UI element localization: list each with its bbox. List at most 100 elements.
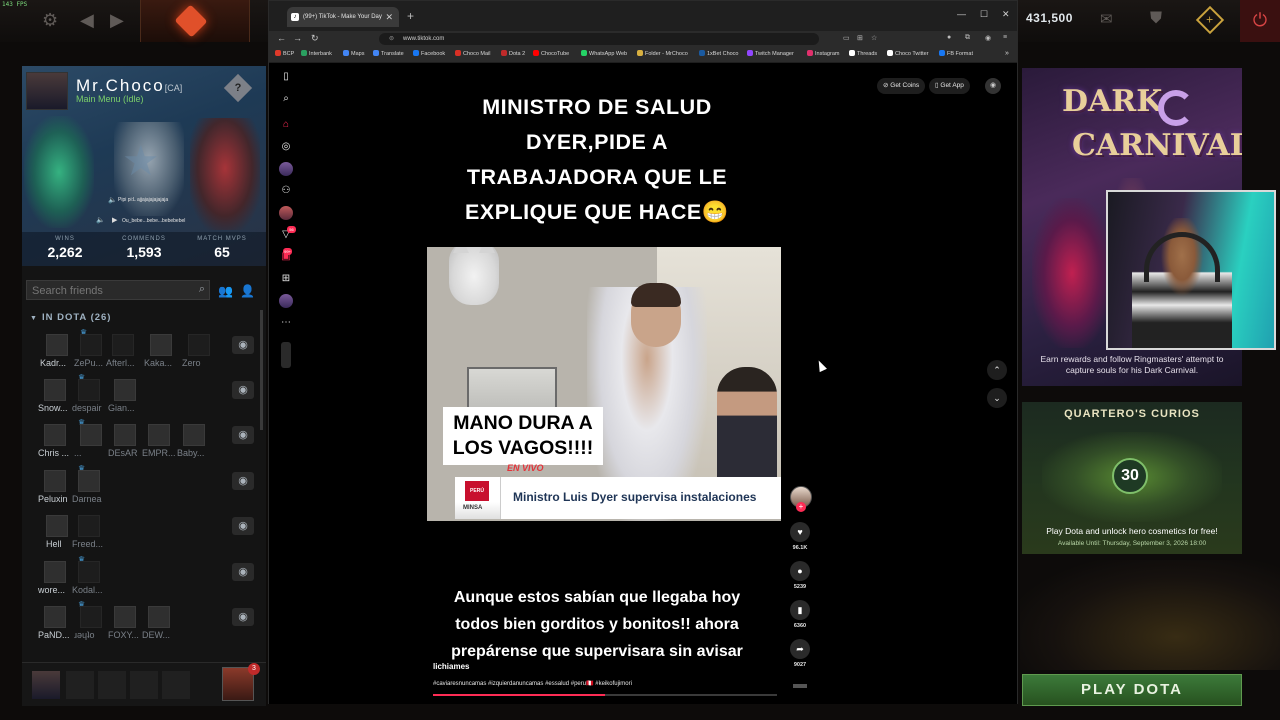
translate-icon[interactable]: ⊞ — [857, 34, 863, 42]
friend-name[interactable]: Freed... — [72, 539, 112, 549]
friend-name[interactable]: DEW... — [142, 630, 182, 640]
friend-name[interactable]: Zero — [182, 358, 222, 368]
watch-eye-icon[interactable]: ◉ — [232, 517, 254, 535]
friend-name[interactable]: Kaka... — [144, 358, 184, 368]
friend-avatar[interactable] — [44, 424, 66, 446]
maximize-icon[interactable]: ☐ — [980, 9, 988, 20]
search-icon[interactable]: ⌕ — [199, 283, 205, 296]
profile-avatar-icon[interactable] — [279, 294, 293, 308]
sound-disc-icon[interactable] — [793, 684, 807, 688]
upload-icon[interactable]: ⊞ — [279, 272, 293, 286]
quarteros-curios-banner[interactable]: QUARTERO'S CURIOS 30 Play Dota and unloc… — [1022, 402, 1242, 554]
friend-avatar[interactable] — [80, 334, 102, 356]
video-progress-bar[interactable] — [433, 694, 777, 696]
friend-name[interactable]: Afterl... — [106, 358, 146, 368]
friend-avatar[interactable] — [114, 424, 136, 446]
speaker-icon[interactable]: 🔈 — [108, 196, 117, 204]
party-slot[interactable] — [98, 671, 126, 699]
search-friends-box[interactable]: ⌕ — [26, 280, 210, 300]
bookmark-item[interactable]: ChocoTube — [533, 50, 569, 57]
friends-list-icon[interactable]: 👤 — [240, 284, 255, 298]
friend-avatar[interactable] — [188, 334, 210, 356]
save-action[interactable]: ▮ 6360 — [787, 600, 813, 629]
bookmark-item[interactable]: Instagram — [807, 50, 839, 57]
friend-avatar[interactable] — [44, 379, 66, 401]
friend-avatar[interactable] — [148, 424, 170, 446]
mail-icon[interactable]: ✉ — [1100, 10, 1113, 28]
friends-icon[interactable]: ⚇ — [279, 184, 293, 198]
get-coins-button[interactable]: ⊘ Get Coins — [877, 78, 926, 94]
back-icon[interactable]: ← — [277, 33, 286, 43]
armory-icon[interactable]: ⛊ — [1150, 10, 1162, 28]
play-icon[interactable]: ▶ — [112, 216, 117, 224]
more-icon[interactable]: ⋯ — [279, 316, 293, 330]
power-icon[interactable]: ⏻ — [1240, 0, 1280, 42]
reload-icon[interactable]: ↻ — [311, 33, 319, 44]
watch-eye-icon[interactable]: ◉ — [232, 336, 254, 354]
friend-avatar[interactable] — [78, 515, 100, 537]
sound-disc[interactable] — [787, 684, 813, 688]
video-author[interactable]: lichiames — [433, 662, 469, 671]
friend-avatar[interactable] — [112, 334, 134, 356]
friend-name[interactable]: EMPR... — [142, 448, 182, 458]
friend-name[interactable]: Baby... — [177, 448, 217, 458]
cast-icon[interactable]: ▭ — [843, 34, 850, 42]
speaker-icon[interactable]: 🔈 — [96, 216, 105, 224]
close-window-icon[interactable]: ✕ — [1002, 9, 1010, 20]
friend-avatar[interactable] — [78, 470, 100, 492]
following-avatar-icon[interactable] — [279, 162, 293, 176]
friend-avatar[interactable] — [46, 334, 68, 356]
dota-plus-icon[interactable]: + — [1195, 5, 1225, 35]
friend-avatar[interactable] — [148, 606, 170, 628]
friend-avatar[interactable] — [80, 606, 102, 628]
friend-avatar[interactable] — [78, 561, 100, 583]
tab-close-icon[interactable]: ✕ — [385, 7, 393, 27]
bookmark-item[interactable]: FB Format — [939, 50, 973, 57]
friend-avatar[interactable] — [183, 424, 205, 446]
minimize-icon[interactable]: — — [957, 9, 966, 19]
previous-video-button[interactable]: ⌃ — [987, 360, 1007, 380]
sidebar-toggle-icon[interactable]: ▯ — [279, 70, 293, 84]
comment-icon[interactable]: ● — [790, 561, 810, 581]
friend-avatar[interactable] — [80, 424, 102, 446]
friend-avatar[interactable] — [44, 561, 66, 583]
home-icon[interactable]: ⌂ — [279, 118, 293, 132]
share-arrow-icon[interactable]: ➦ — [790, 639, 810, 659]
profile-card[interactable]: ★ Mr.Choco[CA] Main Menu (Idle) ? 🔈 Pipi… — [22, 66, 266, 266]
menu-icon[interactable]: ≡ — [1003, 34, 1007, 41]
new-tab-icon[interactable]: + — [407, 9, 414, 23]
watch-eye-icon[interactable]: ◉ — [232, 426, 254, 444]
follow-plus-icon[interactable]: + — [796, 502, 806, 512]
next-video-button[interactable]: ⌄ — [987, 388, 1007, 408]
bookmark-item[interactable]: Facebook — [413, 50, 445, 57]
search-friends-input[interactable] — [27, 282, 187, 300]
friend-name[interactable]: Darnea — [72, 494, 112, 504]
friend-name[interactable]: despair — [72, 403, 112, 413]
bookmark-item[interactable]: Folder - MrChoco — [637, 50, 688, 57]
friend-name[interactable]: PaND... — [38, 630, 78, 640]
party-slot-self[interactable] — [32, 671, 60, 699]
friend-name[interactable]: Gian... — [108, 403, 148, 413]
friend-name[interactable]: Kodal... — [72, 585, 112, 595]
forward-icon[interactable]: → — [293, 33, 302, 43]
friend-avatar[interactable] — [78, 379, 100, 401]
add-friend-icon[interactable]: 👥 — [218, 284, 233, 298]
friends-scrollbar[interactable] — [260, 310, 263, 430]
bookmark-star-icon[interactable]: ☆ — [871, 34, 877, 42]
comment-action[interactable]: ● 5239 — [787, 561, 813, 590]
video-hashtags[interactable]: #caviaresnuncamas #izquierdanuncamas #es… — [433, 680, 632, 687]
heart-icon[interactable]: ♥ — [790, 522, 810, 542]
party-slot[interactable] — [130, 671, 158, 699]
bookmark-item[interactable]: Interbank — [301, 50, 332, 57]
suggested-account-icon[interactable] — [281, 342, 291, 368]
forward-arrow-icon[interactable]: ▶ — [110, 10, 124, 31]
friend-avatar[interactable] — [150, 334, 172, 356]
bookmark-item[interactable]: Twitch Manager — [747, 50, 794, 57]
rank-badge-icon[interactable]: ? — [223, 73, 253, 103]
friend-avatar[interactable] — [114, 379, 136, 401]
bookmark-item[interactable]: Threads — [849, 50, 877, 57]
extensions-puzzle-icon[interactable]: ⧉ — [965, 34, 970, 42]
friend-avatar[interactable] — [44, 470, 66, 492]
profile-avatar[interactable] — [26, 72, 68, 110]
site-info-icon[interactable]: ⊜ — [389, 33, 394, 45]
